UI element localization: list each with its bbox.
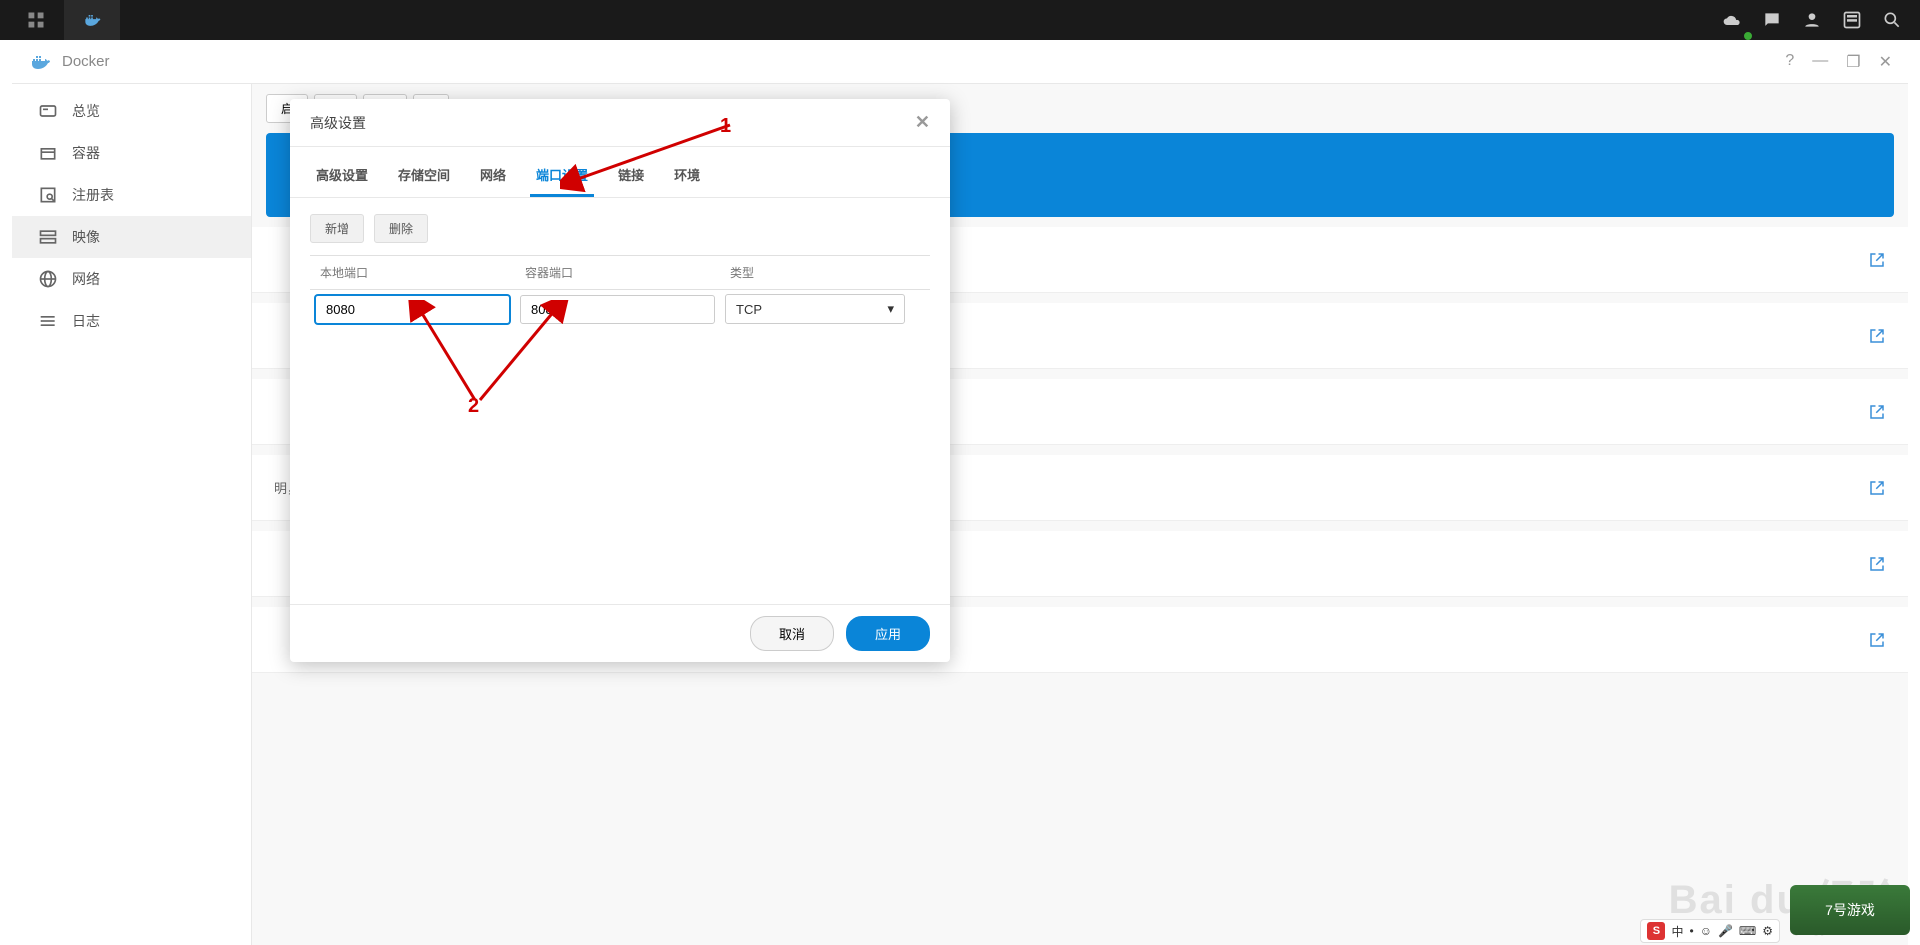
sidebar-item-container[interactable]: 容器 (12, 132, 251, 174)
user-button[interactable] (1792, 0, 1832, 40)
titlebar-left: Docker (28, 50, 110, 74)
sidebar-item-label: 容器 (72, 143, 100, 163)
docker-titlebar: Docker ? — ❐ ✕ (12, 40, 1908, 84)
log-icon (38, 311, 58, 331)
sidebar-item-label: 网络 (72, 269, 100, 289)
image-icon (38, 227, 58, 247)
header-container-port: 容器端口 (515, 256, 720, 289)
local-port-input[interactable] (315, 295, 510, 324)
restore-button[interactable]: ❐ (1846, 52, 1860, 72)
port-table-header: 本地端口 容器端口 类型 (310, 256, 930, 290)
chat-button[interactable] (1752, 0, 1792, 40)
sidebar-item-label: 映像 (72, 227, 100, 247)
external-link-icon[interactable] (1868, 479, 1886, 497)
chevron-down-icon: ▾ (887, 301, 894, 317)
ime-settings-icon[interactable]: ⚙ (1762, 924, 1773, 938)
user-icon (1802, 10, 1822, 30)
ime-dot[interactable]: • (1689, 924, 1693, 938)
protocol-select[interactable]: TCP ▾ (725, 294, 905, 324)
help-button[interactable]: ? (1785, 52, 1794, 72)
chat-icon (1762, 10, 1782, 30)
tab-link[interactable]: 链接 (612, 155, 650, 197)
table-actions: 新增 删除 (310, 214, 930, 243)
sidebar-item-label: 注册表 (72, 185, 114, 205)
ime-toolbar[interactable]: S 中 • ☺ 🎤 ⌨ ⚙ (1640, 919, 1780, 943)
modal-title: 高级设置 (310, 113, 366, 133)
modal-body: 新增 删除 本地端口 容器端口 类型 TCP ▾ (290, 198, 950, 604)
tab-network[interactable]: 网络 (474, 155, 512, 197)
docker-app-icon (28, 50, 52, 74)
ime-keyboard-icon[interactable]: ⌨ (1739, 924, 1756, 938)
cloud-status-button[interactable] (1712, 0, 1752, 40)
docker-title: Docker (62, 53, 110, 70)
port-table: 本地端口 容器端口 类型 TCP ▾ (310, 255, 930, 328)
advanced-settings-modal: 高级设置 ✕ 高级设置 存储空间 网络 端口设置 链接 环境 新增 删除 本地端… (290, 99, 950, 662)
ime-emoji-icon[interactable]: ☺ (1700, 924, 1712, 938)
network-icon (38, 269, 58, 289)
port-row: TCP ▾ (310, 290, 930, 328)
game-logo-overlay: 7号游戏 (1790, 885, 1910, 935)
search-button[interactable] (1872, 0, 1912, 40)
external-link-icon[interactable] (1868, 327, 1886, 345)
sidebar-item-label: 总览 (72, 101, 100, 121)
docker-taskbar-button[interactable] (64, 0, 120, 40)
sidebar: 总览 容器 注册表 映像 网络 日志 (12, 84, 252, 945)
modal-footer: 取消 应用 (290, 604, 950, 662)
apps-icon (26, 10, 46, 30)
close-window-button[interactable]: ✕ (1879, 52, 1892, 72)
sidebar-item-image[interactable]: 映像 (12, 216, 251, 258)
delete-button[interactable]: 删除 (374, 214, 428, 243)
system-taskbar (0, 0, 1920, 40)
overview-icon (38, 101, 58, 121)
external-link-icon[interactable] (1868, 631, 1886, 649)
window-controls: ? — ❐ ✕ (1785, 52, 1892, 72)
taskbar-right (1712, 0, 1912, 40)
sidebar-item-label: 日志 (72, 311, 100, 331)
container-port-input[interactable] (520, 295, 715, 324)
ime-logo: S (1647, 922, 1665, 940)
tab-port[interactable]: 端口设置 (530, 155, 594, 197)
sidebar-item-log[interactable]: 日志 (12, 300, 251, 342)
sidebar-item-network[interactable]: 网络 (12, 258, 251, 300)
ime-lang[interactable]: 中 (1671, 923, 1683, 940)
taskbar-left (8, 0, 120, 40)
minimize-button[interactable]: — (1812, 52, 1828, 72)
tab-storage[interactable]: 存储空间 (392, 155, 456, 197)
search-icon (1882, 10, 1902, 30)
cloud-icon (1722, 10, 1742, 30)
external-link-icon[interactable] (1868, 555, 1886, 573)
tab-advanced[interactable]: 高级设置 (310, 155, 374, 197)
modal-close-button[interactable]: ✕ (915, 112, 930, 133)
header-type: 类型 (720, 256, 910, 289)
cancel-button[interactable]: 取消 (750, 616, 834, 651)
ime-mic-icon[interactable]: 🎤 (1718, 924, 1733, 938)
docker-icon (82, 10, 102, 30)
header-local-port: 本地端口 (310, 256, 515, 289)
sidebar-item-overview[interactable]: 总览 (12, 90, 251, 132)
external-link-icon[interactable] (1868, 403, 1886, 421)
modal-header: 高级设置 ✕ (290, 99, 950, 147)
container-icon (38, 143, 58, 163)
apps-button[interactable] (8, 0, 64, 40)
tab-env[interactable]: 环境 (668, 155, 706, 197)
widgets-button[interactable] (1832, 0, 1872, 40)
sidebar-item-registry[interactable]: 注册表 (12, 174, 251, 216)
external-link-icon[interactable] (1868, 251, 1886, 269)
registry-icon (38, 185, 58, 205)
protocol-value: TCP (736, 302, 762, 317)
modal-tabs: 高级设置 存储空间 网络 端口设置 链接 环境 (290, 147, 950, 198)
add-button[interactable]: 新增 (310, 214, 364, 243)
widgets-icon (1842, 10, 1862, 30)
apply-button[interactable]: 应用 (846, 616, 930, 651)
